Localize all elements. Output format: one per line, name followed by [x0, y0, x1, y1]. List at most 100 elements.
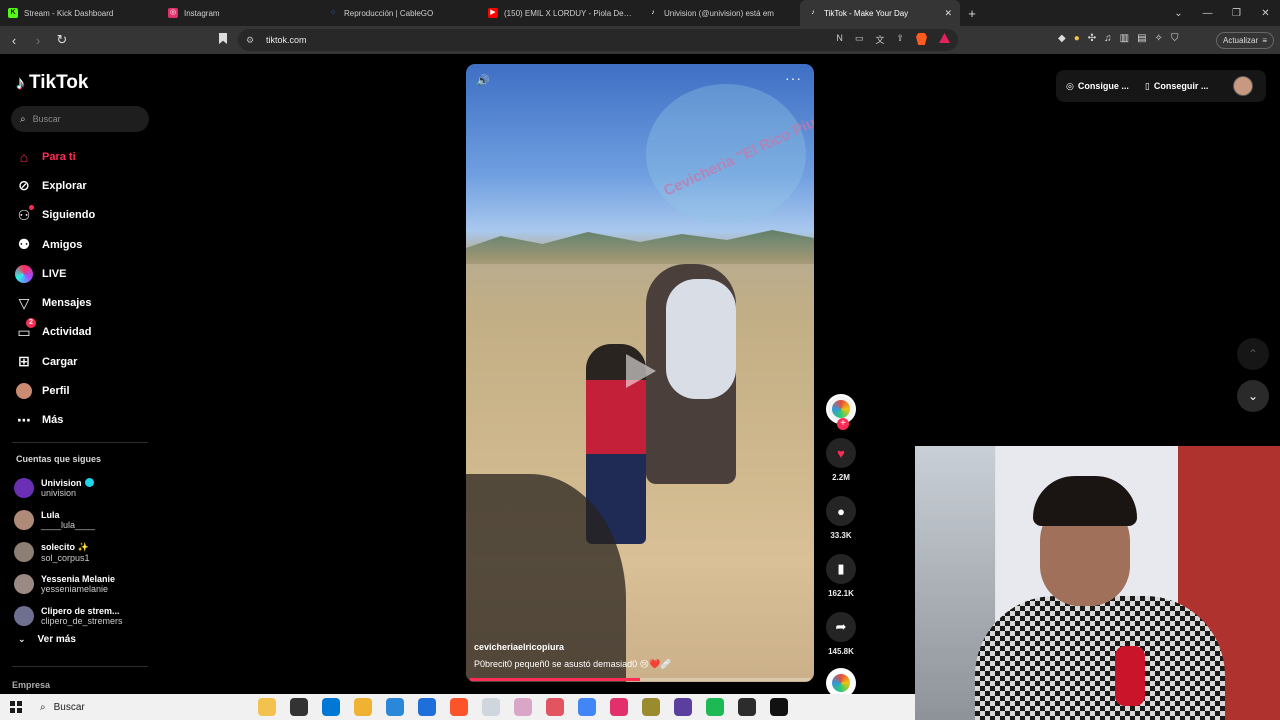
- new-tab-button[interactable]: +: [960, 6, 984, 21]
- sidebar-item-live[interactable]: LIVE: [14, 259, 95, 288]
- close-window-button[interactable]: ✕: [1251, 8, 1280, 19]
- browser-tab[interactable]: ○ Reproducción | CableGO: [320, 0, 480, 26]
- taskbar-app-icon[interactable]: [354, 698, 372, 716]
- sidebar-item-perfil[interactable]: Perfil: [14, 376, 95, 405]
- sidebar-item-actividad[interactable]: ▭ 2 Actividad: [14, 318, 95, 347]
- like-action[interactable]: ♥ 2.2M: [824, 438, 858, 482]
- video-progress-fill: [470, 678, 640, 681]
- taskbar-app-icon[interactable]: [514, 698, 532, 716]
- vpn-icon[interactable]: N: [836, 33, 843, 46]
- browser-tab[interactable]: ◎ Instagram: [160, 0, 320, 26]
- taskbar-app-icon[interactable]: [290, 698, 308, 716]
- following-list: Univision univision Lula ____lula____ sole…: [14, 472, 123, 632]
- search-input[interactable]: ⌕ Buscar: [11, 106, 149, 132]
- sidebar-item-amigos[interactable]: ⚉ Amigos: [14, 230, 95, 259]
- get-app-button[interactable]: ▯ Conseguir ...: [1145, 81, 1208, 92]
- reload-button[interactable]: ↻: [52, 32, 72, 48]
- install-app-icon[interactable]: ▭: [855, 33, 864, 46]
- bookmark-icon[interactable]: [219, 33, 227, 44]
- vpn-shield-icon[interactable]: ⛉: [1171, 33, 1179, 44]
- follow-plus-icon[interactable]: +: [837, 418, 849, 430]
- account-username: sol_corpus1: [41, 552, 90, 563]
- extension-icons: ◆ ● ✣ ♫ ▥ ▤ ✧ ⛉: [1058, 33, 1178, 44]
- logo-text: TikTok: [29, 72, 89, 93]
- taskbar-app-icon[interactable]: [546, 698, 564, 716]
- taskbar-app-icon[interactable]: [322, 698, 340, 716]
- browser-tab[interactable]: ♪ Univision (@univision) está em: [640, 0, 800, 26]
- close-tab-icon[interactable]: ✕: [944, 8, 952, 19]
- media-icon[interactable]: ♫: [1104, 33, 1112, 44]
- leo-ai-icon[interactable]: ✧: [1155, 33, 1163, 44]
- save-action[interactable]: ▮ 162.1K: [824, 554, 858, 598]
- following-account[interactable]: Clipero de strem... clipero_de_stremers: [14, 600, 123, 632]
- taskbar-app-icon[interactable]: [482, 698, 500, 716]
- brave-shields-icon[interactable]: [916, 33, 927, 45]
- sidebar-item-label: Mensajes: [42, 297, 92, 310]
- upload-icon: ⊞: [18, 353, 30, 370]
- tab-search-chevron-icon[interactable]: ⌄: [1164, 8, 1193, 19]
- extension-diamond-icon[interactable]: ◆: [1058, 33, 1066, 44]
- browser-tab[interactable]: K Stream - Kick Dashboard: [0, 0, 160, 26]
- see-more-button[interactable]: ⌄ Ver más: [18, 634, 76, 645]
- account-name: Yessenia Melanie: [41, 574, 116, 584]
- share-action[interactable]: ➦ 145.8K: [824, 612, 858, 656]
- following-account[interactable]: solecito ✨ sol_corpus1: [14, 536, 123, 568]
- taskbar-app-icon[interactable]: [738, 698, 756, 716]
- sidebar-item-mensajes[interactable]: ▽ Mensajes: [14, 288, 95, 317]
- wallet-icon[interactable]: ▤: [1137, 33, 1146, 44]
- volume-icon[interactable]: 🔊: [476, 74, 490, 87]
- video-progress-bar[interactable]: [470, 678, 810, 681]
- following-account[interactable]: Lula ____lula____: [14, 504, 123, 536]
- sidebar-item-explorar[interactable]: ⊘ Explorar: [14, 171, 95, 200]
- next-video-button[interactable]: ⌄: [1237, 380, 1269, 412]
- taskbar-app-icon[interactable]: [642, 698, 660, 716]
- update-button[interactable]: Actualizar ≡: [1216, 32, 1274, 49]
- taskbar-app-icon[interactable]: [386, 698, 404, 716]
- taskbar-app-icon[interactable]: [450, 698, 468, 716]
- taskbar-app-icon[interactable]: [674, 698, 692, 716]
- video-author[interactable]: cevicheriaelricopiura: [474, 642, 564, 652]
- company-link[interactable]: Empresa: [12, 680, 50, 690]
- browser-tab[interactable]: ▶ (150) EMIL X LORDUY - Piola De Fla: [480, 0, 640, 26]
- extension-color-icon[interactable]: ●: [1074, 33, 1080, 44]
- following-account[interactable]: Yessenia Melanie yesseniamelanie: [14, 568, 123, 600]
- restore-button[interactable]: ❐: [1222, 8, 1251, 19]
- comment-action[interactable]: ● 33.3K: [824, 496, 858, 540]
- sidebar-item-para-ti[interactable]: ⌂ Para ti: [14, 142, 95, 171]
- taskbar-search[interactable]: ⌕ Buscar: [40, 702, 230, 713]
- taskbar-app-icon[interactable]: [770, 698, 788, 716]
- creator-avatar[interactable]: +: [826, 394, 856, 430]
- user-avatar[interactable]: [1233, 76, 1253, 96]
- sidebar-nav: ⌂ Para ti ⊘ Explorar ⚇ Siguiendo ⚉ Amigos LI…: [14, 142, 95, 435]
- forward-button[interactable]: ›: [28, 33, 48, 48]
- video-player[interactable]: Cevicheria "El Rico Piura" 🔊 ··· ceviche…: [466, 64, 814, 682]
- share-icon: ➦: [826, 612, 856, 642]
- sidebar-item-siguiendo[interactable]: ⚇ Siguiendo: [14, 201, 95, 230]
- get-coins-button[interactable]: ◎ Consigue ...: [1066, 81, 1129, 92]
- taskbar-apps: [258, 698, 788, 716]
- browser-tab-active[interactable]: ♪ TikTok - Make Your Day ✕: [800, 0, 960, 26]
- brave-rewards-icon[interactable]: [939, 33, 950, 43]
- following-account[interactable]: Univision univision: [14, 472, 123, 504]
- sidebar-item-mas[interactable]: ⋯ Más: [14, 406, 95, 435]
- webcam-person-hair: [1033, 476, 1137, 526]
- screen: K Stream - Kick Dashboard ◎ Instagram ○ Rep…: [0, 0, 1280, 720]
- taskbar-app-icon[interactable]: [706, 698, 724, 716]
- translate-icon[interactable]: 文: [875, 33, 884, 46]
- sidebar-item-cargar[interactable]: ⊞ Cargar: [14, 347, 95, 376]
- site-info-icon[interactable]: ⚙: [246, 35, 256, 46]
- share-page-icon[interactable]: ⇪: [896, 33, 904, 46]
- back-button[interactable]: ‹: [4, 33, 24, 48]
- address-bar[interactable]: ⚙ tiktok.com N ▭ 文 ⇪: [238, 29, 958, 51]
- taskbar-app-icon[interactable]: [610, 698, 628, 716]
- windows-start-icon[interactable]: [10, 701, 22, 713]
- more-options-icon[interactable]: ···: [785, 70, 802, 86]
- taskbar-app-icon[interactable]: [418, 698, 436, 716]
- tiktok-logo[interactable]: ♪ TikTok: [16, 72, 88, 94]
- previous-video-button[interactable]: ⌃: [1237, 338, 1269, 370]
- taskbar-app-icon[interactable]: [258, 698, 276, 716]
- extensions-puzzle-icon[interactable]: ✣: [1088, 33, 1096, 44]
- sidebar-toggle-icon[interactable]: ▥: [1120, 33, 1129, 44]
- taskbar-app-icon[interactable]: [578, 698, 596, 716]
- minimize-button[interactable]: —: [1193, 8, 1222, 19]
